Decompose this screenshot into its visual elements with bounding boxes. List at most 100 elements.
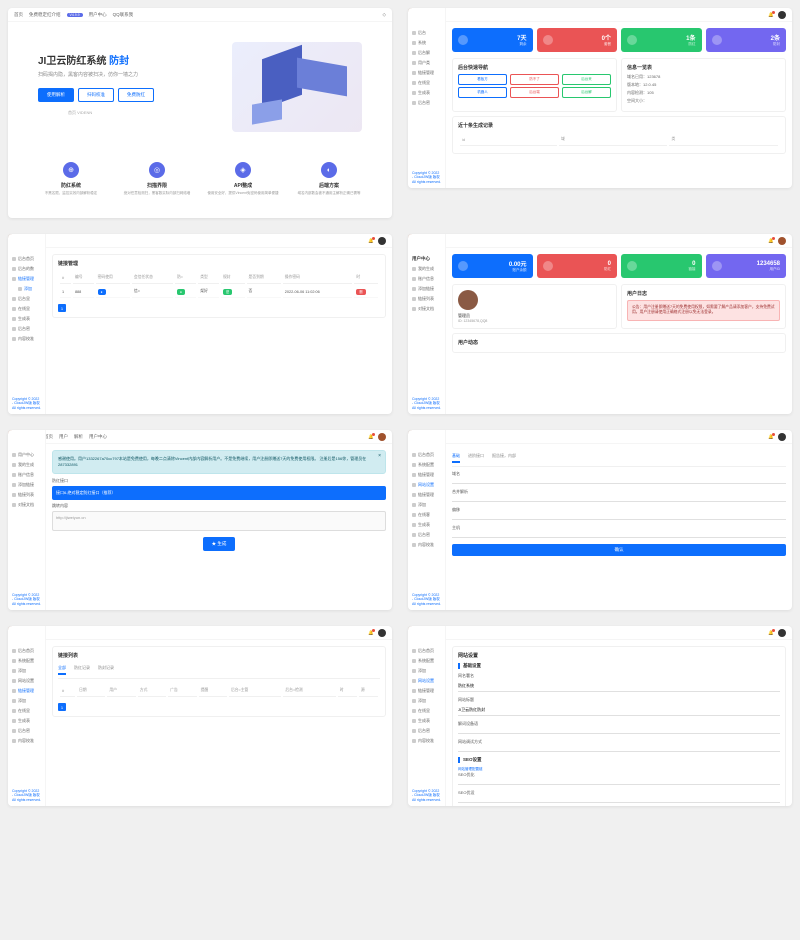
filter-tab[interactable]: 防封记录 bbox=[98, 665, 114, 675]
bell-icon[interactable]: 🔔 bbox=[368, 434, 374, 440]
sidebar-item[interactable]: 生成表 bbox=[408, 88, 445, 98]
filter-tab[interactable]: 全部 bbox=[58, 665, 66, 675]
sidebar-item[interactable]: 后台显 bbox=[8, 294, 45, 304]
sidebar-item[interactable]: 对接文档 bbox=[408, 304, 445, 314]
sidebar-item[interactable]: 后台首页 bbox=[8, 254, 45, 264]
btn-scan[interactable]: 扫码校准 bbox=[78, 88, 114, 102]
nav-user[interactable]: 用户中心 bbox=[89, 12, 107, 18]
user-avatar[interactable] bbox=[378, 629, 386, 637]
sidebar-item[interactable]: 添加 bbox=[8, 696, 45, 706]
bell-icon[interactable]: 🔔 bbox=[368, 630, 374, 636]
sidebar-item[interactable]: 我的生成 bbox=[8, 460, 45, 470]
sidebar-item[interactable]: 用户类 bbox=[408, 58, 445, 68]
table-row[interactable]: 1888●信=●架好是否2022-06-06 11:02:06删 bbox=[60, 286, 378, 298]
page-1[interactable]: 1 bbox=[58, 703, 66, 711]
sidebar-item[interactable]: 内容校准 bbox=[8, 334, 45, 344]
user-avatar[interactable] bbox=[778, 11, 786, 19]
btn-use[interactable]: 使用解析 bbox=[38, 88, 74, 102]
sidebar-item[interactable]: 生成表 bbox=[8, 314, 45, 324]
sidebar-item[interactable]: 后台首页 bbox=[408, 646, 445, 656]
sidebar-item[interactable]: 后台密 bbox=[8, 726, 45, 736]
sidebar-item[interactable]: 内容校准 bbox=[408, 540, 445, 550]
seo2-input[interactable] bbox=[458, 798, 780, 803]
sidebar-item[interactable]: 链接列表 bbox=[408, 294, 445, 304]
sidebar-item[interactable]: 链接管理 bbox=[408, 490, 445, 500]
bell-icon[interactable]: 🔔 bbox=[368, 238, 374, 244]
sidebar-item[interactable]: 后台 bbox=[408, 28, 445, 38]
quick-btn[interactable]: 后台端 bbox=[510, 87, 559, 98]
offset-input[interactable] bbox=[452, 515, 786, 520]
sidebar-item[interactable]: 链接管理 bbox=[408, 68, 445, 78]
sidebar-item[interactable]: 添加 bbox=[8, 284, 45, 294]
sidebar-item[interactable]: 系统配置 bbox=[408, 460, 445, 470]
sidebar-item[interactable]: 对接文档 bbox=[8, 500, 45, 510]
user-avatar[interactable] bbox=[778, 237, 786, 245]
sidebar-item[interactable]: 在线客 bbox=[408, 510, 445, 520]
user-avatar[interactable] bbox=[778, 629, 786, 637]
sidebar-item[interactable]: 生成表 bbox=[8, 716, 45, 726]
sidebar-item[interactable]: 添加 bbox=[408, 696, 445, 706]
debug-input[interactable] bbox=[458, 747, 780, 752]
nav-home[interactable]: 首页 bbox=[14, 12, 23, 18]
sidebar-item[interactable]: 在线显 bbox=[8, 706, 45, 716]
sidebar-item[interactable]: 在线显 bbox=[8, 304, 45, 314]
filter-tab[interactable]: 防红记录 bbox=[74, 665, 90, 675]
sidebar-item[interactable]: 链接管理 bbox=[8, 274, 45, 284]
merge-input[interactable] bbox=[452, 497, 786, 502]
sidebar-item[interactable]: 网站设置 bbox=[8, 676, 45, 686]
sidebar-item[interactable]: 内容校准 bbox=[408, 736, 445, 746]
sidebar-item[interactable]: 生成表 bbox=[408, 520, 445, 530]
sidebar-item[interactable]: 生成表 bbox=[408, 716, 445, 726]
user-icon[interactable]: ◇ bbox=[383, 12, 386, 18]
sidebar-item[interactable]: 后台密 bbox=[8, 324, 45, 334]
sidebar-item[interactable]: 后台密 bbox=[408, 726, 445, 736]
user-avatar[interactable] bbox=[778, 433, 786, 441]
host-input[interactable] bbox=[452, 533, 786, 538]
sidebar-item[interactable]: 链接列表 bbox=[8, 490, 45, 500]
user-avatar[interactable] bbox=[378, 433, 386, 441]
sidebar-item[interactable]: 后台首页 bbox=[8, 646, 45, 656]
sidebar-item[interactable]: 账户信息 bbox=[8, 470, 45, 480]
sidebar-item[interactable]: 添加 bbox=[8, 666, 45, 676]
subtab[interactable]: 基础 bbox=[452, 453, 460, 463]
quick-btn[interactable]: 防不了 bbox=[510, 74, 559, 85]
tab[interactable]: 解析 bbox=[74, 434, 83, 440]
bell-icon[interactable]: 🔔 bbox=[768, 630, 774, 636]
sidebar-item[interactable]: 网站设置 bbox=[408, 676, 445, 686]
sidebar-item[interactable]: 链接管理 bbox=[408, 686, 445, 696]
btn-free[interactable]: 免费防红 bbox=[118, 88, 154, 102]
sidebar-item[interactable]: 用户中心 bbox=[8, 450, 45, 460]
sitetitle-input[interactable]: JI卫云防红防封 bbox=[458, 705, 780, 716]
subtab[interactable]: 报告接，内部 bbox=[492, 453, 516, 463]
keyword-input[interactable] bbox=[458, 729, 780, 734]
sidebar-item[interactable]: 网站设置 bbox=[408, 480, 445, 490]
subtab[interactable]: 进阶接口 bbox=[468, 453, 484, 463]
sidebar-item[interactable]: 添加链接 bbox=[408, 284, 445, 294]
url-input[interactable]: http://jiweiyun.cn bbox=[52, 511, 386, 531]
confirm-button[interactable]: 确认 bbox=[452, 544, 786, 556]
bell-icon[interactable]: 🔔 bbox=[768, 434, 774, 440]
quick-btn[interactable]: 后台来 bbox=[562, 74, 611, 85]
generate-button[interactable]: ★ 生成 bbox=[203, 537, 236, 551]
sidebar-item[interactable]: 链接管理 bbox=[8, 686, 45, 696]
quick-btn[interactable]: 机器人 bbox=[458, 87, 507, 98]
sidebar-item[interactable]: 我的生成 bbox=[408, 264, 445, 274]
tab[interactable]: 用户 bbox=[59, 434, 68, 440]
sidebar-item[interactable]: 系统配置 bbox=[408, 656, 445, 666]
nav-red[interactable]: 免费稳定红介绍 bbox=[29, 12, 61, 18]
user-avatar[interactable] bbox=[378, 237, 386, 245]
sidebar-item[interactable]: 后台的数 bbox=[8, 264, 45, 274]
interface-select[interactable]: 接口6-绝对稳定防红接口（推荐） bbox=[52, 486, 386, 500]
sidebar-item[interactable]: 后台解 bbox=[408, 48, 445, 58]
sidebar-item[interactable]: 链接管理 bbox=[408, 470, 445, 480]
sidebar-item[interactable]: 在线显 bbox=[408, 78, 445, 88]
quick-btn[interactable]: 看板方 bbox=[458, 74, 507, 85]
close-icon[interactable]: × bbox=[378, 453, 381, 461]
sidebar-item[interactable]: 账户信息 bbox=[408, 274, 445, 284]
bell-icon[interactable]: 🔔 bbox=[768, 12, 774, 18]
sidebar-item[interactable]: 后台密 bbox=[408, 530, 445, 540]
sidebar-item[interactable]: 系统配置 bbox=[8, 656, 45, 666]
seo1-input[interactable] bbox=[458, 780, 780, 785]
bell-icon[interactable]: 🔔 bbox=[768, 238, 774, 244]
domain-input[interactable] bbox=[452, 479, 786, 484]
